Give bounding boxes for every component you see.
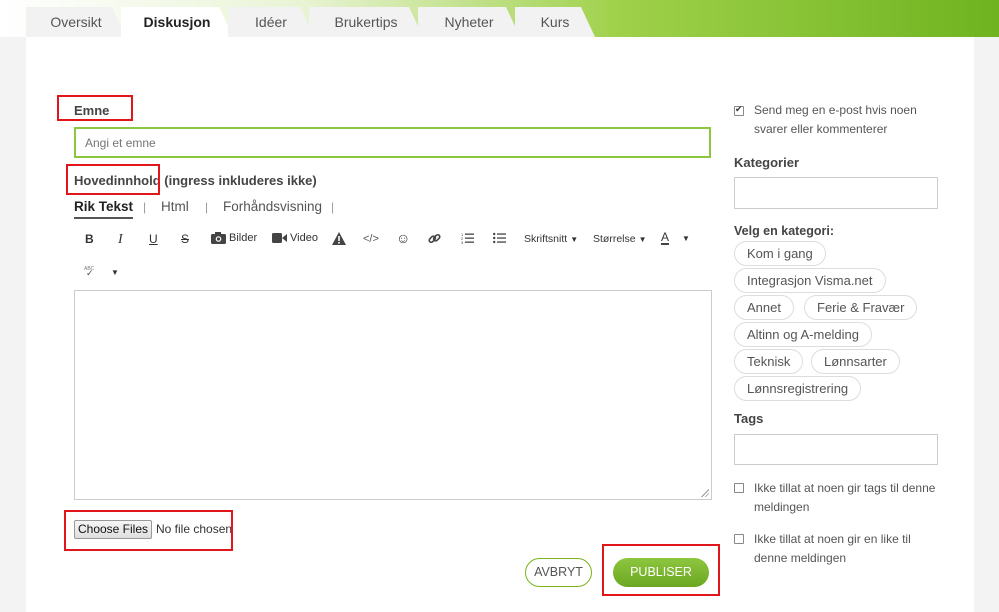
top-nav-bar: Oversikt Diskusjon Idéer Brukertips Nyhe… bbox=[0, 0, 999, 37]
categories-label: Kategorier bbox=[734, 155, 800, 170]
font-family-dropdown[interactable]: Skriftsnitt ▼ bbox=[524, 233, 578, 245]
no-tags-checkbox[interactable] bbox=[734, 483, 744, 493]
no-likes-text: Ikke tillat at noen gir en like til denn… bbox=[754, 532, 911, 565]
tab-diskusjon[interactable]: Diskusjon bbox=[121, 7, 233, 37]
editor-tab-html[interactable]: Html bbox=[161, 199, 189, 214]
caret-down-icon: ▼ bbox=[570, 234, 579, 244]
category-chip[interactable]: Kom i gang bbox=[734, 241, 826, 266]
link-icon[interactable] bbox=[428, 232, 441, 245]
category-chip[interactable]: Altinn og A-melding bbox=[734, 322, 873, 347]
tab-brukertips[interactable]: Brukertips bbox=[309, 7, 423, 37]
body-editor[interactable] bbox=[74, 290, 712, 500]
video-camera-icon bbox=[272, 233, 287, 243]
body-label-note: (ingress inkluderes ikke) bbox=[160, 173, 317, 188]
editor-tab-separator: | bbox=[205, 200, 209, 214]
category-chip[interactable]: Annet bbox=[734, 295, 794, 320]
text-color-icon: A bbox=[661, 230, 670, 245]
category-chip[interactable]: Ferie & Fravær bbox=[804, 295, 918, 320]
editor-tab-separator: | bbox=[331, 200, 335, 214]
ordered-list-icon[interactable]: 123 bbox=[461, 232, 474, 244]
resize-handle-icon[interactable] bbox=[701, 489, 709, 497]
cancel-button[interactable]: AVBRYT bbox=[525, 558, 592, 587]
spellcheck-icon: ABC ✓ bbox=[84, 266, 95, 278]
spellcheck-dropdown[interactable]: ABC ✓ ▼ bbox=[84, 266, 119, 278]
font-family-label: Skriftsnitt bbox=[524, 233, 568, 245]
category-chip[interactable]: Integrasjon Visma.net bbox=[734, 268, 886, 293]
text-color-dropdown[interactable]: A ▼ bbox=[661, 231, 690, 245]
notify-checkbox[interactable] bbox=[734, 104, 744, 116]
font-size-dropdown[interactable]: Størrelse ▼ bbox=[593, 233, 647, 245]
caret-down-icon: ▼ bbox=[682, 233, 690, 243]
svg-text:3: 3 bbox=[461, 240, 464, 244]
category-chip[interactable]: Lønnsarter bbox=[811, 349, 900, 374]
highlight-box-file bbox=[64, 510, 233, 551]
tags-label: Tags bbox=[734, 411, 764, 426]
editor-tab-separator: | bbox=[143, 200, 147, 214]
category-chip[interactable]: Teknisk bbox=[734, 349, 804, 374]
choose-category-label: Velg en kategori: bbox=[734, 224, 835, 238]
camera-icon bbox=[211, 232, 226, 244]
tags-input[interactable] bbox=[734, 434, 938, 465]
notify-text: Send meg en e-post hvis noen svarer elle… bbox=[754, 103, 917, 136]
italic-button[interactable]: I bbox=[118, 232, 123, 248]
warning-icon[interactable] bbox=[332, 232, 346, 245]
underline-button[interactable]: U bbox=[149, 232, 158, 246]
caret-down-icon: ▼ bbox=[111, 267, 119, 277]
bullet-list-icon[interactable] bbox=[493, 232, 506, 244]
highlight-box-subject bbox=[57, 95, 133, 121]
category-chip[interactable]: Lønnsregistrering bbox=[734, 376, 862, 401]
editor-tab-rich-text[interactable]: Rik Tekst bbox=[74, 199, 134, 219]
insert-image-button[interactable]: Bilder bbox=[211, 232, 257, 244]
code-icon[interactable]: </> bbox=[363, 233, 379, 245]
insert-image-label: Bilder bbox=[229, 232, 258, 244]
bold-button[interactable]: B bbox=[85, 232, 94, 246]
insert-video-button[interactable]: Video bbox=[272, 232, 318, 244]
categories-input[interactable] bbox=[734, 177, 938, 209]
tab-ideer[interactable]: Idéer bbox=[228, 7, 314, 37]
strikethrough-button[interactable]: S bbox=[181, 232, 189, 246]
emoji-icon[interactable]: ☺ bbox=[396, 230, 410, 246]
subject-input[interactable] bbox=[74, 127, 711, 158]
tab-oversikt[interactable]: Oversikt bbox=[26, 7, 126, 37]
no-likes-checkbox[interactable] bbox=[734, 534, 744, 544]
tab-kurs[interactable]: Kurs bbox=[515, 7, 595, 37]
insert-video-label: Video bbox=[290, 232, 318, 244]
no-tags-text: Ikke tillat at noen gir tags til denne m… bbox=[754, 481, 936, 514]
highlight-box-publish bbox=[602, 544, 720, 596]
highlight-box-body bbox=[66, 164, 160, 195]
caret-down-icon: ▼ bbox=[638, 234, 647, 244]
font-size-label: Størrelse bbox=[593, 233, 636, 245]
tab-nyheter[interactable]: Nyheter bbox=[418, 7, 520, 37]
editor-tab-preview[interactable]: Forhåndsvisning bbox=[223, 199, 322, 214]
